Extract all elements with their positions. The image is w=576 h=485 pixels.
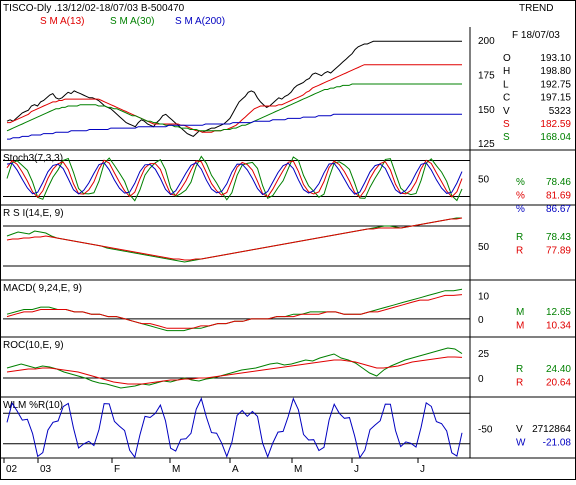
info-value: 198.80 [540, 66, 571, 77]
readout-key: M [516, 321, 524, 332]
readout-value: 10.34 [546, 321, 571, 332]
readout-value: 78.43 [546, 232, 571, 243]
x-tick-label: 03 [40, 464, 52, 475]
readout-key: % [516, 191, 525, 202]
x-tick-label: M [294, 464, 302, 475]
x-tick-label: A [232, 464, 239, 475]
readout-key: % [516, 177, 525, 188]
chart-window: TISCO-Dly .13/12/02-18/07/03 B-500470 TR… [0, 0, 576, 480]
readout-key: M [516, 307, 524, 318]
info-key: C [503, 93, 510, 104]
y-tick-label: 125 [478, 139, 495, 150]
panel-title: MACD( 9,24,E, 9) [3, 283, 82, 294]
legend-sma13: S M A(13) [40, 16, 84, 27]
y-tick-label: 50 [478, 175, 490, 186]
readout-value: 77.89 [546, 246, 571, 257]
readout-value: 2712864 [532, 424, 571, 435]
y-tick-label: 0 [478, 374, 484, 385]
technical-chart: TISCO-Dly .13/12/02-18/07/03 B-500470 TR… [0, 0, 576, 480]
y-tick-label: 50 [478, 242, 490, 253]
info-key: S [503, 132, 510, 143]
info-value: 182.59 [540, 119, 571, 130]
info-key: H [503, 66, 510, 77]
info-value: 193.10 [540, 53, 571, 64]
info-key: O [503, 53, 511, 64]
info-value: 192.75 [540, 79, 571, 90]
x-tick-label: M [172, 464, 180, 475]
readout-key: R [516, 246, 523, 257]
info-value: 5323 [549, 106, 572, 117]
info-key: L [503, 79, 509, 90]
x-tick-label: F [114, 464, 120, 475]
panel-title: R S I(14,E, 9) [3, 208, 64, 219]
legend-sma200: S M A(200) [175, 16, 225, 27]
info-key: V [503, 106, 510, 117]
y-tick-label: 175 [478, 70, 495, 81]
info-key: S [503, 119, 510, 130]
readout-value: 24.40 [546, 364, 571, 375]
readout-value: 20.64 [546, 378, 571, 389]
readout-key: % [516, 204, 525, 215]
trend-label: TREND [519, 3, 553, 14]
chart-title: TISCO-Dly .13/12/02-18/07/03 B-500470 [3, 3, 185, 14]
panel-title: WLM %R(10) [3, 400, 63, 411]
y-tick-label: 0 [478, 315, 484, 326]
readout-key: R [516, 364, 523, 375]
panel-title: ROC(10,E, 9) [3, 340, 64, 351]
readout-value: 81.69 [546, 191, 571, 202]
y-tick-label: 25 [478, 349, 490, 360]
y-tick-label: 10 [478, 291, 490, 302]
x-tick-label: J [420, 464, 425, 475]
info-date: F 18/07/03 [512, 30, 560, 41]
readout-value: 12.65 [546, 307, 571, 318]
info-value: 168.04 [540, 132, 571, 143]
readout-value: -21.08 [543, 438, 572, 449]
readout-key: W [516, 438, 526, 449]
legend-sma30: S M A(30) [110, 16, 154, 27]
info-value: 197.15 [540, 93, 571, 104]
y-tick-label: 200 [478, 36, 495, 47]
readout-value: 78.46 [546, 177, 571, 188]
readout-value: 86.67 [546, 204, 571, 215]
readout-key: R [516, 378, 523, 389]
readout-key: R [516, 232, 523, 243]
x-tick-label: 02 [6, 464, 18, 475]
x-tick-label: J [354, 464, 359, 475]
y-tick-label: 150 [478, 105, 495, 116]
y-tick-label: -50 [478, 425, 493, 436]
readout-key: V [516, 424, 523, 435]
